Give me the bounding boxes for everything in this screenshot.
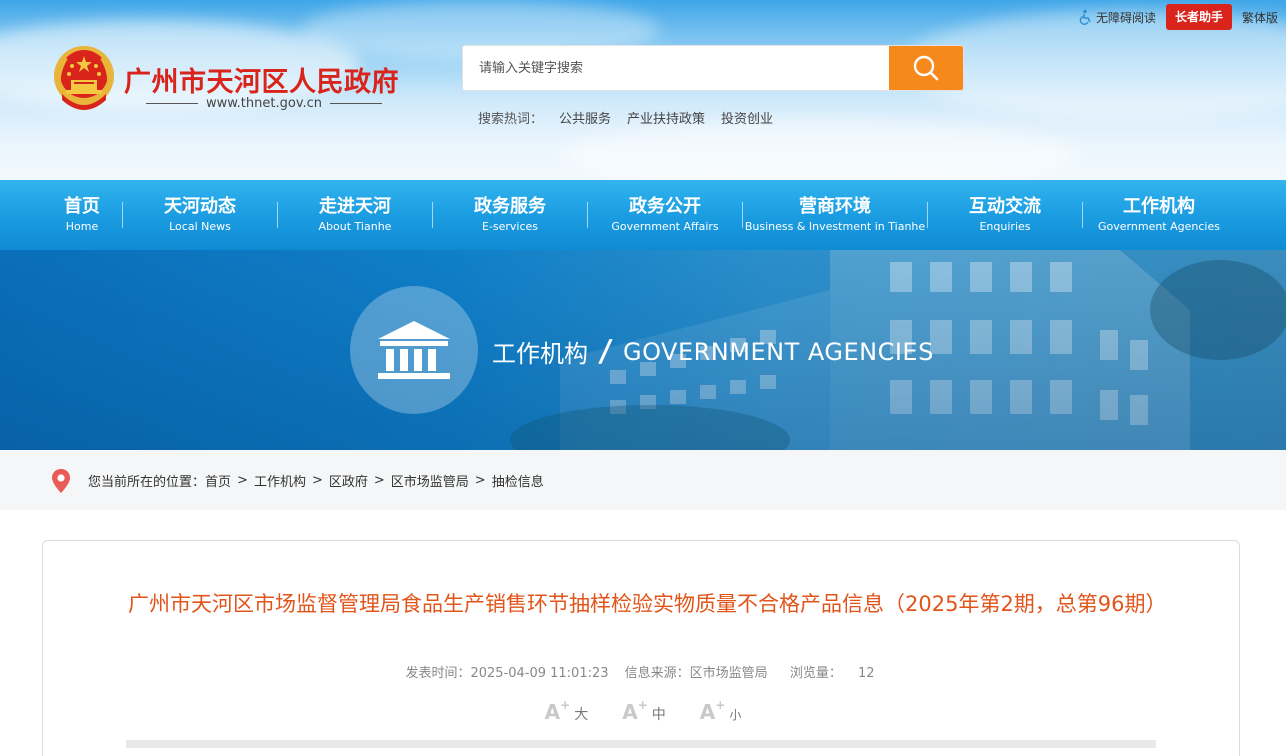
breadcrumb-separator: > bbox=[237, 473, 248, 488]
breadcrumb-separator: > bbox=[311, 473, 323, 488]
nav-separator bbox=[587, 202, 588, 228]
breadcrumb: 您当前所在的位置： 首页 > 工作机构 > 区政府 > 区市场监管局 > 抽检信… bbox=[88, 471, 544, 490]
building-columns-icon bbox=[378, 321, 450, 379]
font-size-medium-button[interactable]: A + 中 bbox=[622, 698, 666, 724]
font-size-controls: A + 大 A + 中 A + 小 bbox=[0, 698, 1286, 724]
search-box bbox=[462, 45, 964, 91]
breadcrumb-label: 您当前所在的位置： bbox=[88, 475, 206, 490]
breadcrumb-market-regulation[interactable]: 区市场监管局 bbox=[391, 471, 469, 490]
hot-search-row: 搜索热词： 公共服务 产业扶持政策 投资创业 bbox=[478, 108, 773, 127]
breadcrumb-district-government[interactable]: 区政府 bbox=[329, 471, 368, 490]
location-pin-icon bbox=[52, 469, 70, 493]
font-size-plus: + bbox=[560, 698, 571, 712]
nav-separator bbox=[742, 202, 743, 228]
font-size-glyph: A bbox=[622, 700, 638, 724]
banner-title-en: GOVERNMENT AGENCIES bbox=[622, 337, 934, 366]
nav-e-services[interactable]: 政务服务 E-services bbox=[435, 180, 585, 250]
nav-local-news[interactable]: 天河动态 Local News bbox=[125, 180, 275, 250]
banner-title: 工作机构 / GOVERNMENT AGENCIES bbox=[492, 334, 934, 369]
search-icon bbox=[913, 55, 939, 81]
font-size-small-button[interactable]: A + 小 bbox=[699, 698, 742, 724]
banner-icon-circle bbox=[350, 286, 478, 414]
nav-label-cn: 政务公开 bbox=[629, 195, 701, 217]
top-links: 无障碍阅读 长者助手 繁体版 bbox=[1079, 4, 1278, 30]
national-emblem-icon bbox=[54, 46, 114, 110]
nav-label-en: E-services bbox=[481, 219, 539, 233]
header-cloud bbox=[560, 120, 1080, 180]
elder-assistant-button[interactable]: 长者助手 bbox=[1165, 4, 1232, 30]
nav-separator bbox=[1082, 202, 1083, 228]
nav-label-cn: 首页 bbox=[64, 195, 100, 217]
nav-label-cn: 营商环境 bbox=[799, 195, 871, 217]
nav-government-affairs[interactable]: 政务公开 Government Affairs bbox=[590, 180, 740, 250]
nav-label-cn: 互动交流 bbox=[969, 195, 1041, 217]
font-size-medium-label: 中 bbox=[651, 707, 666, 723]
nav-separator bbox=[122, 202, 123, 228]
nav-separator bbox=[432, 202, 433, 228]
nav-label-en: Government Agencies bbox=[1098, 219, 1220, 233]
font-size-large-button[interactable]: A + 大 bbox=[544, 698, 589, 724]
font-size-plus: + bbox=[637, 698, 648, 712]
breadcrumb-separator: > bbox=[373, 473, 385, 488]
nav-label-cn: 天河动态 bbox=[164, 195, 236, 217]
hot-search-label: 搜索热词： bbox=[478, 112, 544, 127]
hot-word-public-service[interactable]: 公共服务 bbox=[559, 108, 611, 127]
accessibility-icon bbox=[1079, 9, 1091, 25]
nav-government-agencies[interactable]: 工作机构 Government Agencies bbox=[1085, 180, 1233, 250]
nav-label-en: Business & Investment in Tianhe bbox=[744, 219, 926, 233]
publish-time: 发表时间：2025-04-09 11:01:23 bbox=[405, 666, 609, 681]
nav-label-cn: 政务服务 bbox=[474, 195, 546, 217]
nav-home[interactable]: 首页 Home bbox=[32, 180, 132, 250]
article-meta: 发表时间：2025-04-09 11:01:23 信息来源：区市场监管局 浏览量… bbox=[0, 662, 1286, 681]
breadcrumb-separator: > bbox=[474, 473, 486, 488]
accessibility-label: 无障碍阅读 bbox=[1095, 10, 1156, 25]
nav-label-cn: 走进天河 bbox=[319, 195, 391, 217]
search-button[interactable] bbox=[889, 46, 963, 90]
nav-business-investment[interactable]: 营商环境 Business & Investment in Tianhe bbox=[745, 180, 925, 250]
traditional-chinese-link[interactable]: 繁体版 bbox=[1242, 9, 1278, 26]
nav-label-en: Government Affairs bbox=[611, 219, 719, 233]
view-count: 12 bbox=[857, 666, 875, 681]
view-count-wrap: 浏览量： 12 bbox=[784, 666, 881, 681]
nav-label-en: Home bbox=[65, 219, 99, 233]
nav-label-en: About Tianhe bbox=[318, 219, 392, 233]
site-url: www.thnet.gov.cn bbox=[205, 96, 323, 111]
accessibility-link[interactable]: 无障碍阅读 bbox=[1079, 9, 1156, 26]
article-divider bbox=[126, 740, 1156, 748]
banner-title-slash: / bbox=[597, 334, 614, 369]
site-url-row: www.thnet.gov.cn bbox=[146, 96, 382, 111]
nav-label-en: Enquiries bbox=[979, 219, 1031, 233]
breadcrumb-agencies[interactable]: 工作机构 bbox=[254, 471, 306, 490]
article-title: 广州市天河区市场监督管理局食品生产销售环节抽样检验实物质量不合格产品信息（202… bbox=[128, 592, 1167, 616]
breadcrumb-inspection-info[interactable]: 抽检信息 bbox=[492, 471, 544, 490]
main-nav: 首页 Home 天河动态 Local News 走进天河 About Tianh… bbox=[0, 180, 1286, 250]
url-rule-right bbox=[330, 103, 382, 104]
font-size-small-label: 小 bbox=[729, 708, 742, 722]
info-source: 信息来源：区市场监管局 bbox=[624, 666, 768, 681]
search-input[interactable] bbox=[463, 46, 889, 90]
nav-enquiries[interactable]: 互动交流 Enquiries bbox=[930, 180, 1080, 250]
nav-label-cn: 工作机构 bbox=[1123, 195, 1195, 217]
nav-separator bbox=[277, 202, 278, 228]
view-count-label: 浏览量： bbox=[789, 666, 842, 681]
font-size-glyph: A bbox=[699, 700, 716, 724]
nav-label-en: Local News bbox=[169, 219, 231, 233]
hot-word-industry-policy[interactable]: 产业扶持政策 bbox=[627, 108, 705, 127]
breadcrumb-home[interactable]: 首页 bbox=[205, 471, 231, 490]
banner-title-cn: 工作机构 bbox=[492, 340, 588, 368]
hot-word-investment[interactable]: 投资创业 bbox=[721, 108, 773, 127]
font-size-plus: + bbox=[715, 698, 726, 712]
site-title[interactable]: 广州市天河区人民政府 bbox=[124, 60, 399, 99]
nav-about-tianhe[interactable]: 走进天河 About Tianhe bbox=[280, 180, 430, 250]
nav-separator bbox=[927, 202, 928, 228]
font-size-glyph: A bbox=[544, 700, 561, 724]
url-rule-left bbox=[146, 103, 198, 104]
font-size-large-label: 大 bbox=[574, 707, 589, 723]
